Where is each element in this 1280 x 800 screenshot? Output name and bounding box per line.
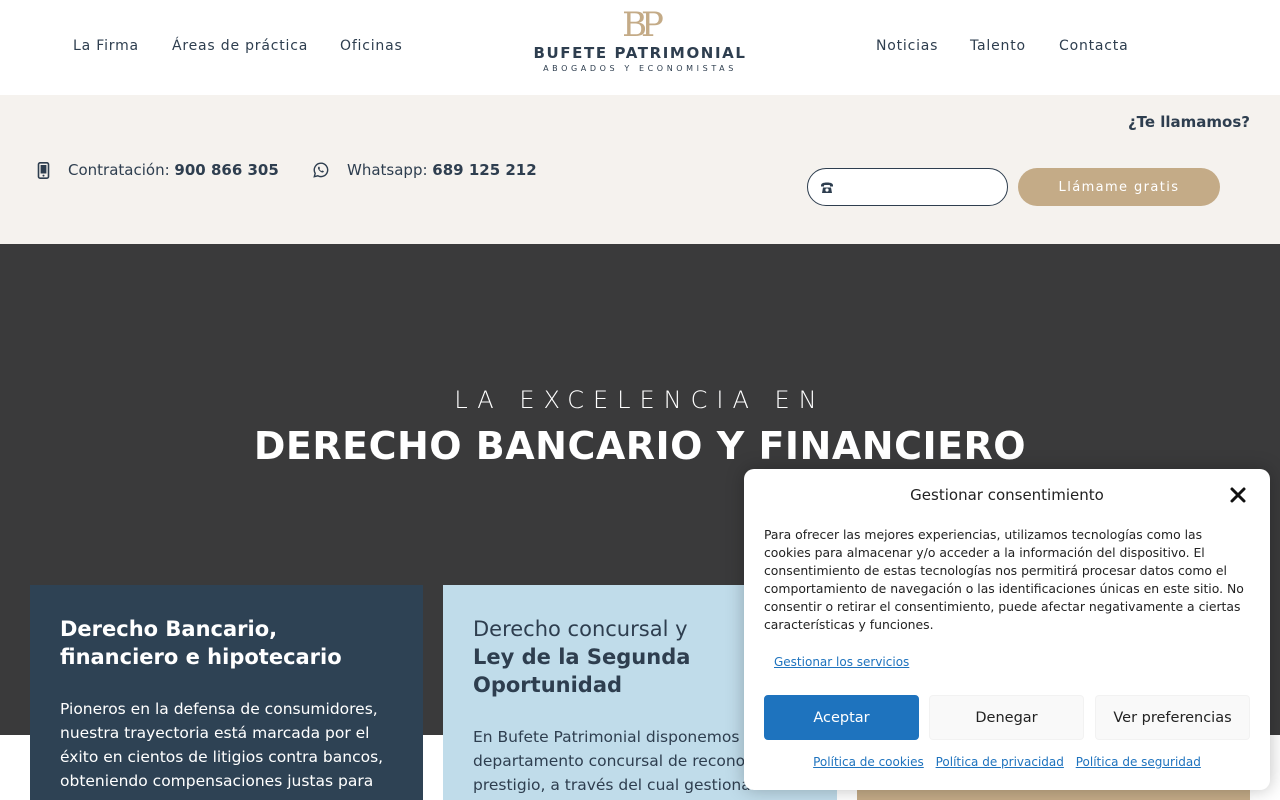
manage-services-link[interactable]: Gestionar los servicios bbox=[774, 655, 909, 669]
nav-noticias[interactable]: Noticias bbox=[876, 38, 938, 54]
telephone-icon bbox=[821, 182, 833, 193]
hiring-phone[interactable]: Contratación: 900 866 305 bbox=[37, 161, 279, 179]
consent-title: Gestionar consentimiento bbox=[910, 486, 1104, 504]
card-text: Pioneros en la defensa de consumidores, … bbox=[60, 700, 384, 790]
nav-areas-de-practica[interactable]: Áreas de práctica bbox=[172, 38, 308, 54]
consent-body: Para ofrecer las mejores experiencias, u… bbox=[764, 527, 1244, 632]
nav-talento[interactable]: Talento bbox=[970, 38, 1026, 54]
whatsapp-number: 689 125 212 bbox=[432, 161, 537, 179]
nav-la-firma[interactable]: La Firma bbox=[73, 38, 139, 54]
card-title-bold: Ley de la Segunda Oportunidad bbox=[473, 645, 691, 697]
accept-button[interactable]: Aceptar bbox=[764, 695, 919, 740]
practice-card-banking[interactable]: Derecho Bancario, financiero e hipotecar… bbox=[30, 585, 423, 800]
whatsapp-label: Whatsapp: bbox=[347, 161, 428, 179]
whatsapp-phone[interactable]: Whatsapp: 689 125 212 bbox=[313, 161, 537, 179]
callback-button[interactable]: Llámame gratis bbox=[1018, 168, 1220, 206]
site-logo[interactable]: BP BUFETE PATRIMONIAL ABOGADOS Y ECONOMI… bbox=[520, 6, 760, 90]
hiring-label: Contratación: bbox=[68, 161, 170, 179]
logo-monogram: BP bbox=[622, 6, 663, 42]
logo-tagline: ABOGADOS Y ECONOMISTAS bbox=[543, 64, 737, 73]
security-policy-link[interactable]: Política de seguridad bbox=[1076, 755, 1201, 769]
deny-button[interactable]: Denegar bbox=[929, 695, 1084, 740]
nav-contacta[interactable]: Contacta bbox=[1059, 38, 1128, 54]
hiring-number: 900 866 305 bbox=[174, 161, 279, 179]
policy-links: Política de cookies Política de privacid… bbox=[744, 755, 1270, 769]
cookie-consent-dialog: Gestionar consentimiento Para ofrecer la… bbox=[744, 469, 1270, 790]
nav-oficinas[interactable]: Oficinas bbox=[340, 38, 403, 54]
close-icon[interactable] bbox=[1228, 485, 1248, 505]
card-title: Derecho Bancario, financiero e hipotecar… bbox=[60, 617, 342, 669]
hero-eyebrow: LA EXCELENCIA EN bbox=[454, 386, 826, 414]
callback-phone-field[interactable] bbox=[807, 168, 1008, 206]
hero-title: DERECHO BANCARIO Y FINANCIERO bbox=[253, 424, 1027, 468]
card-title-light: Derecho concursal y bbox=[473, 617, 688, 641]
whatsapp-icon bbox=[313, 162, 329, 178]
logo-name: BUFETE PATRIMONIAL bbox=[533, 44, 747, 62]
privacy-policy-link[interactable]: Política de privacidad bbox=[936, 755, 1064, 769]
view-preferences-button[interactable]: Ver preferencias bbox=[1095, 695, 1250, 740]
callback-title: ¿Te llamamos? bbox=[1127, 113, 1250, 131]
callback-phone-input[interactable] bbox=[840, 179, 1000, 195]
logo-monogram-icon: BP bbox=[622, 6, 667, 42]
cookie-policy-link[interactable]: Política de cookies bbox=[813, 755, 924, 769]
site-header: La Firma Áreas de práctica Oficinas BP B… bbox=[0, 0, 1280, 95]
contact-bar: ¿Te llamamos? Contratación: 900 866 305 … bbox=[0, 95, 1280, 244]
mobile-phone-icon bbox=[37, 161, 50, 179]
